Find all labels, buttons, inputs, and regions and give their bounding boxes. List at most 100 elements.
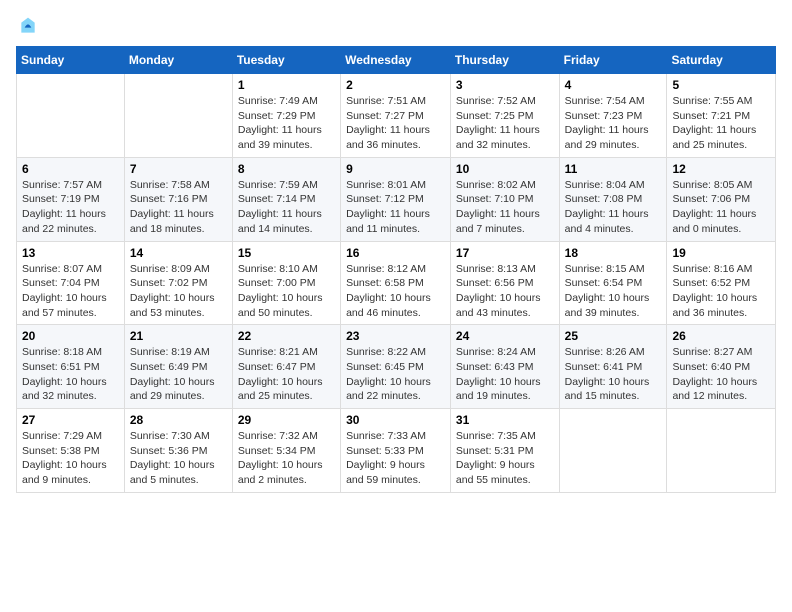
day-cell: 19 Sunrise: 8:16 AM Sunset: 6:52 PM Dayli… bbox=[667, 241, 776, 325]
day-info: Sunrise: 8:05 AM Sunset: 7:06 PM Dayligh… bbox=[672, 178, 770, 237]
day-number: 17 bbox=[456, 246, 554, 260]
calendar-header-row: SundayMondayTuesdayWednesdayThursdayFrid… bbox=[17, 47, 776, 74]
day-number: 25 bbox=[565, 329, 662, 343]
day-cell bbox=[559, 409, 667, 493]
day-number: 13 bbox=[22, 246, 119, 260]
week-row-2: 6 Sunrise: 7:57 AM Sunset: 7:19 PM Daylig… bbox=[17, 157, 776, 241]
day-info: Sunrise: 8:18 AM Sunset: 6:51 PM Dayligh… bbox=[22, 345, 119, 404]
day-cell bbox=[667, 409, 776, 493]
week-row-5: 27Sunrise: 7:29 AM Sunset: 5:38 PM Dayli… bbox=[17, 409, 776, 493]
day-cell bbox=[124, 74, 232, 158]
day-number: 4 bbox=[565, 78, 662, 92]
day-info: Sunrise: 7:52 AM Sunset: 7:25 PM Dayligh… bbox=[456, 94, 554, 153]
day-cell: 22 Sunrise: 8:21 AM Sunset: 6:47 PM Dayli… bbox=[232, 325, 340, 409]
day-info: Sunrise: 7:51 AM Sunset: 7:27 PM Dayligh… bbox=[346, 94, 445, 153]
day-cell: 8Sunrise: 7:59 AM Sunset: 7:14 PM Daylig… bbox=[232, 157, 340, 241]
day-info: Sunrise: 7:57 AM Sunset: 7:19 PM Dayligh… bbox=[22, 178, 119, 237]
day-info: Sunrise: 7:30 AM Sunset: 5:36 PM Dayligh… bbox=[130, 429, 227, 488]
day-info: Sunrise: 8:24 AM Sunset: 6:43 PM Dayligh… bbox=[456, 345, 554, 404]
day-cell: 30Sunrise: 7:33 AM Sunset: 5:33 PM Dayli… bbox=[341, 409, 451, 493]
day-info: Sunrise: 7:49 AM Sunset: 7:29 PM Dayligh… bbox=[238, 94, 335, 153]
day-info: Sunrise: 7:32 AM Sunset: 5:34 PM Dayligh… bbox=[238, 429, 335, 488]
day-info: Sunrise: 8:19 AM Sunset: 6:49 PM Dayligh… bbox=[130, 345, 227, 404]
day-cell: 2 Sunrise: 7:51 AM Sunset: 7:27 PM Daylig… bbox=[341, 74, 451, 158]
week-row-1: 1 Sunrise: 7:49 AM Sunset: 7:29 PM Daylig… bbox=[17, 74, 776, 158]
week-row-3: 13 Sunrise: 8:07 AM Sunset: 7:04 PM Dayli… bbox=[17, 241, 776, 325]
day-cell: 18Sunrise: 8:15 AM Sunset: 6:54 PM Dayli… bbox=[559, 241, 667, 325]
logo-icon bbox=[18, 16, 38, 36]
week-row-4: 20 Sunrise: 8:18 AM Sunset: 6:51 PM Dayli… bbox=[17, 325, 776, 409]
day-number: 22 bbox=[238, 329, 335, 343]
day-cell: 13 Sunrise: 8:07 AM Sunset: 7:04 PM Dayli… bbox=[17, 241, 125, 325]
day-info: Sunrise: 8:02 AM Sunset: 7:10 PM Dayligh… bbox=[456, 178, 554, 237]
day-number: 15 bbox=[238, 246, 335, 260]
day-info: Sunrise: 7:35 AM Sunset: 5:31 PM Dayligh… bbox=[456, 429, 554, 488]
day-cell: 29 Sunrise: 7:32 AM Sunset: 5:34 PM Dayli… bbox=[232, 409, 340, 493]
day-number: 8 bbox=[238, 162, 335, 176]
calendar-table: SundayMondayTuesdayWednesdayThursdayFrid… bbox=[16, 46, 776, 493]
day-info: Sunrise: 8:26 AM Sunset: 6:41 PM Dayligh… bbox=[565, 345, 662, 404]
column-header-wednesday: Wednesday bbox=[341, 47, 451, 74]
column-header-friday: Friday bbox=[559, 47, 667, 74]
day-cell: 7 Sunrise: 7:58 AM Sunset: 7:16 PM Daylig… bbox=[124, 157, 232, 241]
day-number: 19 bbox=[672, 246, 770, 260]
column-header-sunday: Sunday bbox=[17, 47, 125, 74]
day-number: 26 bbox=[672, 329, 770, 343]
day-number: 18 bbox=[565, 246, 662, 260]
day-cell: 12 Sunrise: 8:05 AM Sunset: 7:06 PM Dayli… bbox=[667, 157, 776, 241]
day-info: Sunrise: 8:09 AM Sunset: 7:02 PM Dayligh… bbox=[130, 262, 227, 321]
day-cell: 15 Sunrise: 8:10 AM Sunset: 7:00 PM Dayli… bbox=[232, 241, 340, 325]
day-number: 5 bbox=[672, 78, 770, 92]
day-number: 1 bbox=[238, 78, 335, 92]
day-cell: 4 Sunrise: 7:54 AM Sunset: 7:23 PM Daylig… bbox=[559, 74, 667, 158]
day-cell: 3 Sunrise: 7:52 AM Sunset: 7:25 PM Daylig… bbox=[450, 74, 559, 158]
day-info: Sunrise: 8:10 AM Sunset: 7:00 PM Dayligh… bbox=[238, 262, 335, 321]
day-number: 30 bbox=[346, 413, 445, 427]
column-header-monday: Monday bbox=[124, 47, 232, 74]
day-number: 20 bbox=[22, 329, 119, 343]
day-number: 7 bbox=[130, 162, 227, 176]
day-info: Sunrise: 8:12 AM Sunset: 6:58 PM Dayligh… bbox=[346, 262, 445, 321]
day-cell: 27Sunrise: 7:29 AM Sunset: 5:38 PM Dayli… bbox=[17, 409, 125, 493]
day-number: 12 bbox=[672, 162, 770, 176]
logo bbox=[16, 16, 38, 36]
day-number: 31 bbox=[456, 413, 554, 427]
day-info: Sunrise: 7:55 AM Sunset: 7:21 PM Dayligh… bbox=[672, 94, 770, 153]
day-number: 14 bbox=[130, 246, 227, 260]
day-cell: 25 Sunrise: 8:26 AM Sunset: 6:41 PM Dayli… bbox=[559, 325, 667, 409]
day-cell: 23 Sunrise: 8:22 AM Sunset: 6:45 PM Dayli… bbox=[341, 325, 451, 409]
day-cell: 14 Sunrise: 8:09 AM Sunset: 7:02 PM Dayli… bbox=[124, 241, 232, 325]
day-number: 27 bbox=[22, 413, 119, 427]
day-number: 3 bbox=[456, 78, 554, 92]
day-cell: 10 Sunrise: 8:02 AM Sunset: 7:10 PM Dayli… bbox=[450, 157, 559, 241]
day-cell: 28 Sunrise: 7:30 AM Sunset: 5:36 PM Dayli… bbox=[124, 409, 232, 493]
day-info: Sunrise: 8:13 AM Sunset: 6:56 PM Dayligh… bbox=[456, 262, 554, 321]
column-header-thursday: Thursday bbox=[450, 47, 559, 74]
day-info: Sunrise: 7:54 AM Sunset: 7:23 PM Dayligh… bbox=[565, 94, 662, 153]
day-cell: 11 Sunrise: 8:04 AM Sunset: 7:08 PM Dayli… bbox=[559, 157, 667, 241]
day-number: 6 bbox=[22, 162, 119, 176]
day-number: 29 bbox=[238, 413, 335, 427]
day-info: Sunrise: 7:58 AM Sunset: 7:16 PM Dayligh… bbox=[130, 178, 227, 237]
day-number: 11 bbox=[565, 162, 662, 176]
day-info: Sunrise: 8:22 AM Sunset: 6:45 PM Dayligh… bbox=[346, 345, 445, 404]
day-cell: 16 Sunrise: 8:12 AM Sunset: 6:58 PM Dayli… bbox=[341, 241, 451, 325]
column-header-saturday: Saturday bbox=[667, 47, 776, 74]
page-header bbox=[16, 16, 776, 36]
day-number: 2 bbox=[346, 78, 445, 92]
day-number: 23 bbox=[346, 329, 445, 343]
day-cell bbox=[17, 74, 125, 158]
day-info: Sunrise: 8:07 AM Sunset: 7:04 PM Dayligh… bbox=[22, 262, 119, 321]
day-number: 16 bbox=[346, 246, 445, 260]
day-cell: 9Sunrise: 8:01 AM Sunset: 7:12 PM Daylig… bbox=[341, 157, 451, 241]
day-info: Sunrise: 8:27 AM Sunset: 6:40 PM Dayligh… bbox=[672, 345, 770, 404]
day-number: 28 bbox=[130, 413, 227, 427]
day-cell: 24Sunrise: 8:24 AM Sunset: 6:43 PM Dayli… bbox=[450, 325, 559, 409]
day-info: Sunrise: 8:01 AM Sunset: 7:12 PM Dayligh… bbox=[346, 178, 445, 237]
day-cell: 6 Sunrise: 7:57 AM Sunset: 7:19 PM Daylig… bbox=[17, 157, 125, 241]
column-header-tuesday: Tuesday bbox=[232, 47, 340, 74]
day-info: Sunrise: 8:04 AM Sunset: 7:08 PM Dayligh… bbox=[565, 178, 662, 237]
day-info: Sunrise: 8:16 AM Sunset: 6:52 PM Dayligh… bbox=[672, 262, 770, 321]
day-info: Sunrise: 8:21 AM Sunset: 6:47 PM Dayligh… bbox=[238, 345, 335, 404]
day-number: 10 bbox=[456, 162, 554, 176]
